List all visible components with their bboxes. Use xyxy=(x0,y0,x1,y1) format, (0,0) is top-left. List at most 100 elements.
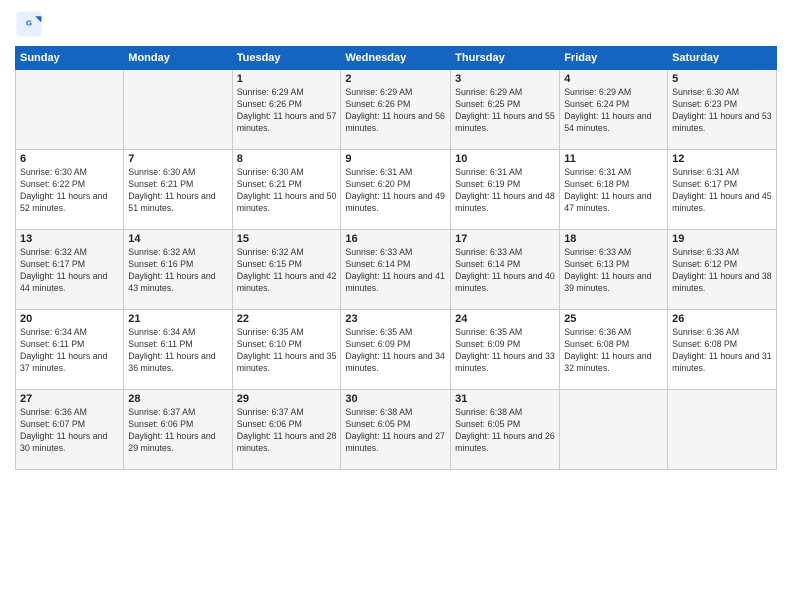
day-info: Sunrise: 6:31 AM Sunset: 6:17 PM Dayligh… xyxy=(672,167,772,215)
calendar-cell: 9 Sunrise: 6:31 AM Sunset: 6:20 PM Daylig… xyxy=(341,150,451,230)
day-number: 1 xyxy=(237,73,337,85)
weekday-header-sunday: Sunday xyxy=(16,47,124,70)
day-info: Sunrise: 6:38 AM Sunset: 6:05 PM Dayligh… xyxy=(345,407,446,455)
calendar-cell: 4 Sunrise: 6:29 AM Sunset: 6:24 PM Daylig… xyxy=(560,70,668,150)
day-number: 24 xyxy=(455,313,555,325)
day-info: Sunrise: 6:33 AM Sunset: 6:14 PM Dayligh… xyxy=(455,247,555,295)
calendar-cell: 11 Sunrise: 6:31 AM Sunset: 6:18 PM Dayli… xyxy=(560,150,668,230)
day-info: Sunrise: 6:30 AM Sunset: 6:21 PM Dayligh… xyxy=(237,167,337,215)
day-info: Sunrise: 6:32 AM Sunset: 6:16 PM Dayligh… xyxy=(128,247,227,295)
calendar-cell: 24 Sunrise: 6:35 AM Sunset: 6:09 PM Dayli… xyxy=(451,310,560,390)
weekday-header-wednesday: Wednesday xyxy=(341,47,451,70)
day-number: 30 xyxy=(345,393,446,405)
calendar-cell: 3 Sunrise: 6:29 AM Sunset: 6:25 PM Daylig… xyxy=(451,70,560,150)
day-info: Sunrise: 6:38 AM Sunset: 6:05 PM Dayligh… xyxy=(455,407,555,455)
day-number: 8 xyxy=(237,153,337,165)
day-number: 22 xyxy=(237,313,337,325)
calendar-cell xyxy=(16,70,124,150)
day-number: 12 xyxy=(672,153,772,165)
calendar-week-2: 6Sunrise: 6:30 AM Sunset: 6:22 PM Daylig… xyxy=(16,150,777,230)
day-number: 21 xyxy=(128,313,227,325)
weekday-header-saturday: Saturday xyxy=(668,47,777,70)
day-info: Sunrise: 6:29 AM Sunset: 6:24 PM Dayligh… xyxy=(564,87,663,135)
day-number: 3 xyxy=(455,73,555,85)
day-info: Sunrise: 6:31 AM Sunset: 6:18 PM Dayligh… xyxy=(564,167,663,215)
day-number: 18 xyxy=(564,233,663,245)
calendar-cell: 27 Sunrise: 6:36 AM Sunset: 6:07 PM Dayli… xyxy=(16,390,124,470)
day-info: Sunrise: 6:36 AM Sunset: 6:08 PM Dayligh… xyxy=(564,327,663,375)
day-info: Sunrise: 6:30 AM Sunset: 6:23 PM Dayligh… xyxy=(672,87,772,135)
calendar-cell: 31 Sunrise: 6:38 AM Sunset: 6:05 PM Dayli… xyxy=(451,390,560,470)
day-info: Sunrise: 6:30 AM Sunset: 6:21 PM Dayligh… xyxy=(128,167,227,215)
calendar-table: SundayMondayTuesdayWednesdayThursdayFrid… xyxy=(15,46,777,470)
day-number: 4 xyxy=(564,73,663,85)
weekday-header-tuesday: Tuesday xyxy=(232,47,341,70)
calendar-cell: 17Sunrise: 6:33 AM Sunset: 6:14 PM Dayli… xyxy=(451,230,560,310)
day-info: Sunrise: 6:33 AM Sunset: 6:14 PM Dayligh… xyxy=(345,247,446,295)
calendar-cell: 20 Sunrise: 6:34 AM Sunset: 6:11 PM Dayli… xyxy=(16,310,124,390)
weekday-header-thursday: Thursday xyxy=(451,47,560,70)
calendar-cell: 13Sunrise: 6:32 AM Sunset: 6:17 PM Dayli… xyxy=(16,230,124,310)
day-number: 13 xyxy=(20,233,119,245)
calendar-cell: 30 Sunrise: 6:38 AM Sunset: 6:05 PM Dayli… xyxy=(341,390,451,470)
calendar-cell: 10 Sunrise: 6:31 AM Sunset: 6:19 PM Dayli… xyxy=(451,150,560,230)
calendar-cell: 23Sunrise: 6:35 AM Sunset: 6:09 PM Dayli… xyxy=(341,310,451,390)
calendar-cell: 1 Sunrise: 6:29 AM Sunset: 6:26 PM Daylig… xyxy=(232,70,341,150)
calendar-cell: 25 Sunrise: 6:36 AM Sunset: 6:08 PM Dayli… xyxy=(560,310,668,390)
day-info: Sunrise: 6:29 AM Sunset: 6:25 PM Dayligh… xyxy=(455,87,555,135)
logo-icon: G xyxy=(15,10,43,38)
day-number: 16 xyxy=(345,233,446,245)
day-number: 14 xyxy=(128,233,227,245)
weekday-header-monday: Monday xyxy=(124,47,232,70)
day-number: 7 xyxy=(128,153,227,165)
day-info: Sunrise: 6:31 AM Sunset: 6:20 PM Dayligh… xyxy=(345,167,446,215)
day-info: Sunrise: 6:31 AM Sunset: 6:19 PM Dayligh… xyxy=(455,167,555,215)
calendar-cell: 2 Sunrise: 6:29 AM Sunset: 6:26 PM Daylig… xyxy=(341,70,451,150)
day-info: Sunrise: 6:30 AM Sunset: 6:22 PM Dayligh… xyxy=(20,167,119,215)
day-info: Sunrise: 6:36 AM Sunset: 6:07 PM Dayligh… xyxy=(20,407,119,455)
day-info: Sunrise: 6:33 AM Sunset: 6:12 PM Dayligh… xyxy=(672,247,772,295)
calendar-week-5: 27 Sunrise: 6:36 AM Sunset: 6:07 PM Dayli… xyxy=(16,390,777,470)
day-number: 28 xyxy=(128,393,227,405)
calendar-cell xyxy=(560,390,668,470)
weekday-header-row: SundayMondayTuesdayWednesdayThursdayFrid… xyxy=(16,47,777,70)
calendar-cell: 14 Sunrise: 6:32 AM Sunset: 6:16 PM Dayli… xyxy=(124,230,232,310)
calendar-cell: 12 Sunrise: 6:31 AM Sunset: 6:17 PM Dayli… xyxy=(668,150,777,230)
calendar-cell: 5 Sunrise: 6:30 AM Sunset: 6:23 PM Daylig… xyxy=(668,70,777,150)
calendar-week-1: 1 Sunrise: 6:29 AM Sunset: 6:26 PM Daylig… xyxy=(16,70,777,150)
weekday-header-friday: Friday xyxy=(560,47,668,70)
day-info: Sunrise: 6:37 AM Sunset: 6:06 PM Dayligh… xyxy=(237,407,337,455)
day-info: Sunrise: 6:34 AM Sunset: 6:11 PM Dayligh… xyxy=(128,327,227,375)
day-info: Sunrise: 6:34 AM Sunset: 6:11 PM Dayligh… xyxy=(20,327,119,375)
calendar-cell: 19Sunrise: 6:33 AM Sunset: 6:12 PM Dayli… xyxy=(668,230,777,310)
day-number: 20 xyxy=(20,313,119,325)
calendar-cell xyxy=(124,70,232,150)
logo: G xyxy=(15,10,47,38)
calendar-week-3: 13Sunrise: 6:32 AM Sunset: 6:17 PM Dayli… xyxy=(16,230,777,310)
calendar-cell: 15Sunrise: 6:32 AM Sunset: 6:15 PM Dayli… xyxy=(232,230,341,310)
day-number: 26 xyxy=(672,313,772,325)
page-header: G xyxy=(15,10,777,38)
calendar-cell: 28 Sunrise: 6:37 AM Sunset: 6:06 PM Dayli… xyxy=(124,390,232,470)
day-info: Sunrise: 6:29 AM Sunset: 6:26 PM Dayligh… xyxy=(237,87,337,135)
day-info: Sunrise: 6:37 AM Sunset: 6:06 PM Dayligh… xyxy=(128,407,227,455)
day-info: Sunrise: 6:35 AM Sunset: 6:09 PM Dayligh… xyxy=(345,327,446,375)
day-number: 11 xyxy=(564,153,663,165)
day-number: 29 xyxy=(237,393,337,405)
day-number: 10 xyxy=(455,153,555,165)
calendar-cell: 21 Sunrise: 6:34 AM Sunset: 6:11 PM Dayli… xyxy=(124,310,232,390)
day-number: 9 xyxy=(345,153,446,165)
day-number: 27 xyxy=(20,393,119,405)
day-number: 5 xyxy=(672,73,772,85)
day-info: Sunrise: 6:35 AM Sunset: 6:10 PM Dayligh… xyxy=(237,327,337,375)
calendar-cell: 6Sunrise: 6:30 AM Sunset: 6:22 PM Daylig… xyxy=(16,150,124,230)
svg-text:G: G xyxy=(26,19,32,28)
day-number: 25 xyxy=(564,313,663,325)
day-number: 31 xyxy=(455,393,555,405)
day-number: 2 xyxy=(345,73,446,85)
calendar-cell: 18Sunrise: 6:33 AM Sunset: 6:13 PM Dayli… xyxy=(560,230,668,310)
day-number: 15 xyxy=(237,233,337,245)
calendar-cell: 22 Sunrise: 6:35 AM Sunset: 6:10 PM Dayli… xyxy=(232,310,341,390)
day-info: Sunrise: 6:29 AM Sunset: 6:26 PM Dayligh… xyxy=(345,87,446,135)
day-info: Sunrise: 6:35 AM Sunset: 6:09 PM Dayligh… xyxy=(455,327,555,375)
